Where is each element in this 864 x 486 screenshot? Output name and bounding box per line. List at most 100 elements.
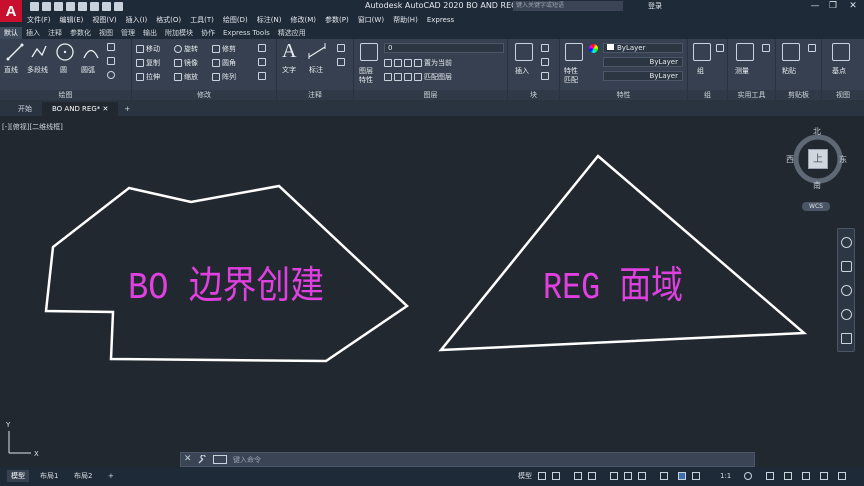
layer-tools-row2[interactable]: 匹配图层 (384, 72, 452, 82)
menu-modify[interactable]: 修改(M) (290, 15, 316, 25)
viewcube[interactable]: 上 北 南 东 西 (786, 126, 847, 191)
isolate-objects-icon[interactable] (820, 472, 828, 480)
arc-icon[interactable] (82, 43, 100, 61)
grid-icon[interactable] (538, 472, 546, 480)
minimize-button[interactable]: — (808, 0, 822, 12)
tab-insert[interactable]: 插入 (22, 27, 44, 39)
brush-icon[interactable] (258, 44, 268, 52)
autoscale-icon[interactable] (692, 472, 700, 480)
orbit-icon[interactable] (841, 309, 852, 320)
menu-edit[interactable]: 编辑(E) (60, 15, 84, 25)
paste-button[interactable]: 粘贴 (782, 66, 796, 76)
save-icon[interactable] (54, 2, 63, 11)
group-icon[interactable] (693, 43, 711, 61)
restore-button[interactable]: ❐ (826, 0, 840, 12)
block-panel-label[interactable]: 块 (508, 90, 559, 100)
dimension-button[interactable]: 标注 (309, 65, 323, 75)
units-icon[interactable] (784, 472, 792, 480)
showmotion-icon[interactable] (841, 333, 852, 344)
otrack-icon[interactable] (624, 472, 632, 480)
layer-properties-icon[interactable] (360, 43, 378, 61)
rotate-button[interactable]: 旋转 (174, 44, 198, 54)
menu-express[interactable]: Express (427, 16, 454, 24)
leader-icon[interactable] (337, 44, 347, 52)
open-file-icon[interactable] (42, 2, 51, 11)
close-tab-icon[interactable]: ✕ (103, 105, 109, 113)
menu-insert[interactable]: 插入(I) (126, 15, 148, 25)
explode-icon[interactable] (258, 72, 268, 80)
mirror-button[interactable]: 镜像 (174, 58, 198, 68)
undo-icon[interactable] (102, 2, 111, 11)
lineweight-dropdown[interactable]: ByLayer (603, 71, 683, 81)
match-properties-icon[interactable] (565, 43, 583, 61)
tab-default[interactable]: 默认 (0, 27, 22, 39)
tab-view[interactable]: 视图 (95, 27, 117, 39)
table-icon[interactable] (337, 58, 347, 66)
steering-wheel-icon[interactable] (841, 237, 852, 248)
layer-tools-row1[interactable]: 置为当前 (384, 58, 452, 68)
measure-button[interactable]: 测量 (735, 66, 749, 76)
polyline-button[interactable]: 多段线 (27, 65, 48, 75)
measure-icon[interactable] (736, 43, 754, 61)
drawing-svg[interactable]: BO 边界创建 REG 面域 Y X (0, 116, 864, 467)
tab-featured-apps[interactable]: 精选应用 (274, 27, 310, 39)
utilities-panel-label[interactable]: 实用工具 (728, 90, 775, 100)
bo-label-text[interactable]: BO 边界创建 (128, 266, 324, 310)
transparency-icon[interactable] (660, 472, 668, 480)
quick-properties-icon[interactable] (802, 472, 810, 480)
calculator-icon[interactable] (762, 44, 772, 52)
base-view-button[interactable]: 基点 (832, 66, 846, 76)
layout1-tab[interactable]: 布局1 (36, 470, 62, 482)
edit-block-icon[interactable] (541, 58, 551, 66)
line-button[interactable]: 直线 (4, 65, 18, 75)
arc-button[interactable]: 圆弧 (81, 65, 95, 75)
scale-button[interactable]: 缩放 (174, 72, 198, 82)
menu-view[interactable]: 视图(V) (92, 15, 116, 25)
menu-format[interactable]: 格式(O) (156, 15, 181, 25)
polar-icon[interactable] (588, 472, 596, 480)
hatch-icon[interactable] (107, 57, 117, 65)
menu-help[interactable]: 帮助(H) (393, 15, 418, 25)
menu-file[interactable]: 文件(F) (27, 15, 51, 25)
viewcube-east[interactable]: 东 (839, 154, 847, 165)
text-button[interactable]: 文字 (282, 65, 296, 75)
viewcube-west[interactable]: 西 (786, 154, 794, 165)
tab-addins[interactable]: 附加模块 (161, 27, 197, 39)
circle-icon[interactable] (55, 42, 75, 62)
rectangle-icon[interactable] (107, 43, 117, 51)
wrench-icon[interactable] (197, 455, 207, 465)
model-layout-tab[interactable]: 模型 (7, 470, 29, 482)
add-layout-button[interactable]: + (104, 470, 118, 482)
reg-region-triangle[interactable] (438, 154, 808, 352)
move-button[interactable]: 移动 (136, 44, 160, 54)
login-button[interactable]: 登录 (648, 1, 662, 11)
line-icon[interactable] (6, 43, 24, 61)
new-tab-button[interactable]: + (118, 102, 136, 116)
viewcube-north[interactable]: 北 (813, 126, 821, 137)
base-view-icon[interactable] (832, 43, 850, 61)
command-line[interactable]: ✕ 键入命令 (180, 452, 755, 467)
ortho-icon[interactable] (574, 472, 582, 480)
menu-dimension[interactable]: 标注(N) (257, 15, 282, 25)
zoom-extents-icon[interactable] (841, 285, 852, 296)
close-button[interactable]: ✕ (846, 0, 860, 12)
dimension-icon[interactable] (307, 43, 327, 61)
tab-start[interactable]: 开始 (0, 102, 42, 116)
block-attr-icon[interactable] (541, 72, 551, 80)
osnap-icon[interactable] (610, 472, 618, 480)
circle-button[interactable]: 圆 (60, 65, 67, 75)
view-panel-label[interactable]: 视图 (822, 90, 864, 100)
viewcube-south[interactable]: 南 (813, 180, 821, 191)
menu-tools[interactable]: 工具(T) (190, 15, 214, 25)
linetype-dropdown[interactable]: ByLayer (603, 57, 683, 67)
menu-window[interactable]: 窗口(W) (358, 15, 384, 25)
lineweight-icon[interactable] (638, 472, 646, 480)
command-input[interactable]: 键入命令 (233, 455, 261, 465)
tab-manage[interactable]: 管理 (117, 27, 139, 39)
tab-collaborate[interactable]: 协作 (197, 27, 219, 39)
close-command-icon[interactable]: ✕ (184, 454, 192, 464)
create-block-icon[interactable] (541, 44, 551, 52)
autocad-logo-icon[interactable]: A (0, 0, 22, 22)
color-wheel-icon[interactable] (589, 44, 598, 53)
tab-bo-and-reg[interactable]: BO AND REG* ✕ (42, 102, 119, 116)
